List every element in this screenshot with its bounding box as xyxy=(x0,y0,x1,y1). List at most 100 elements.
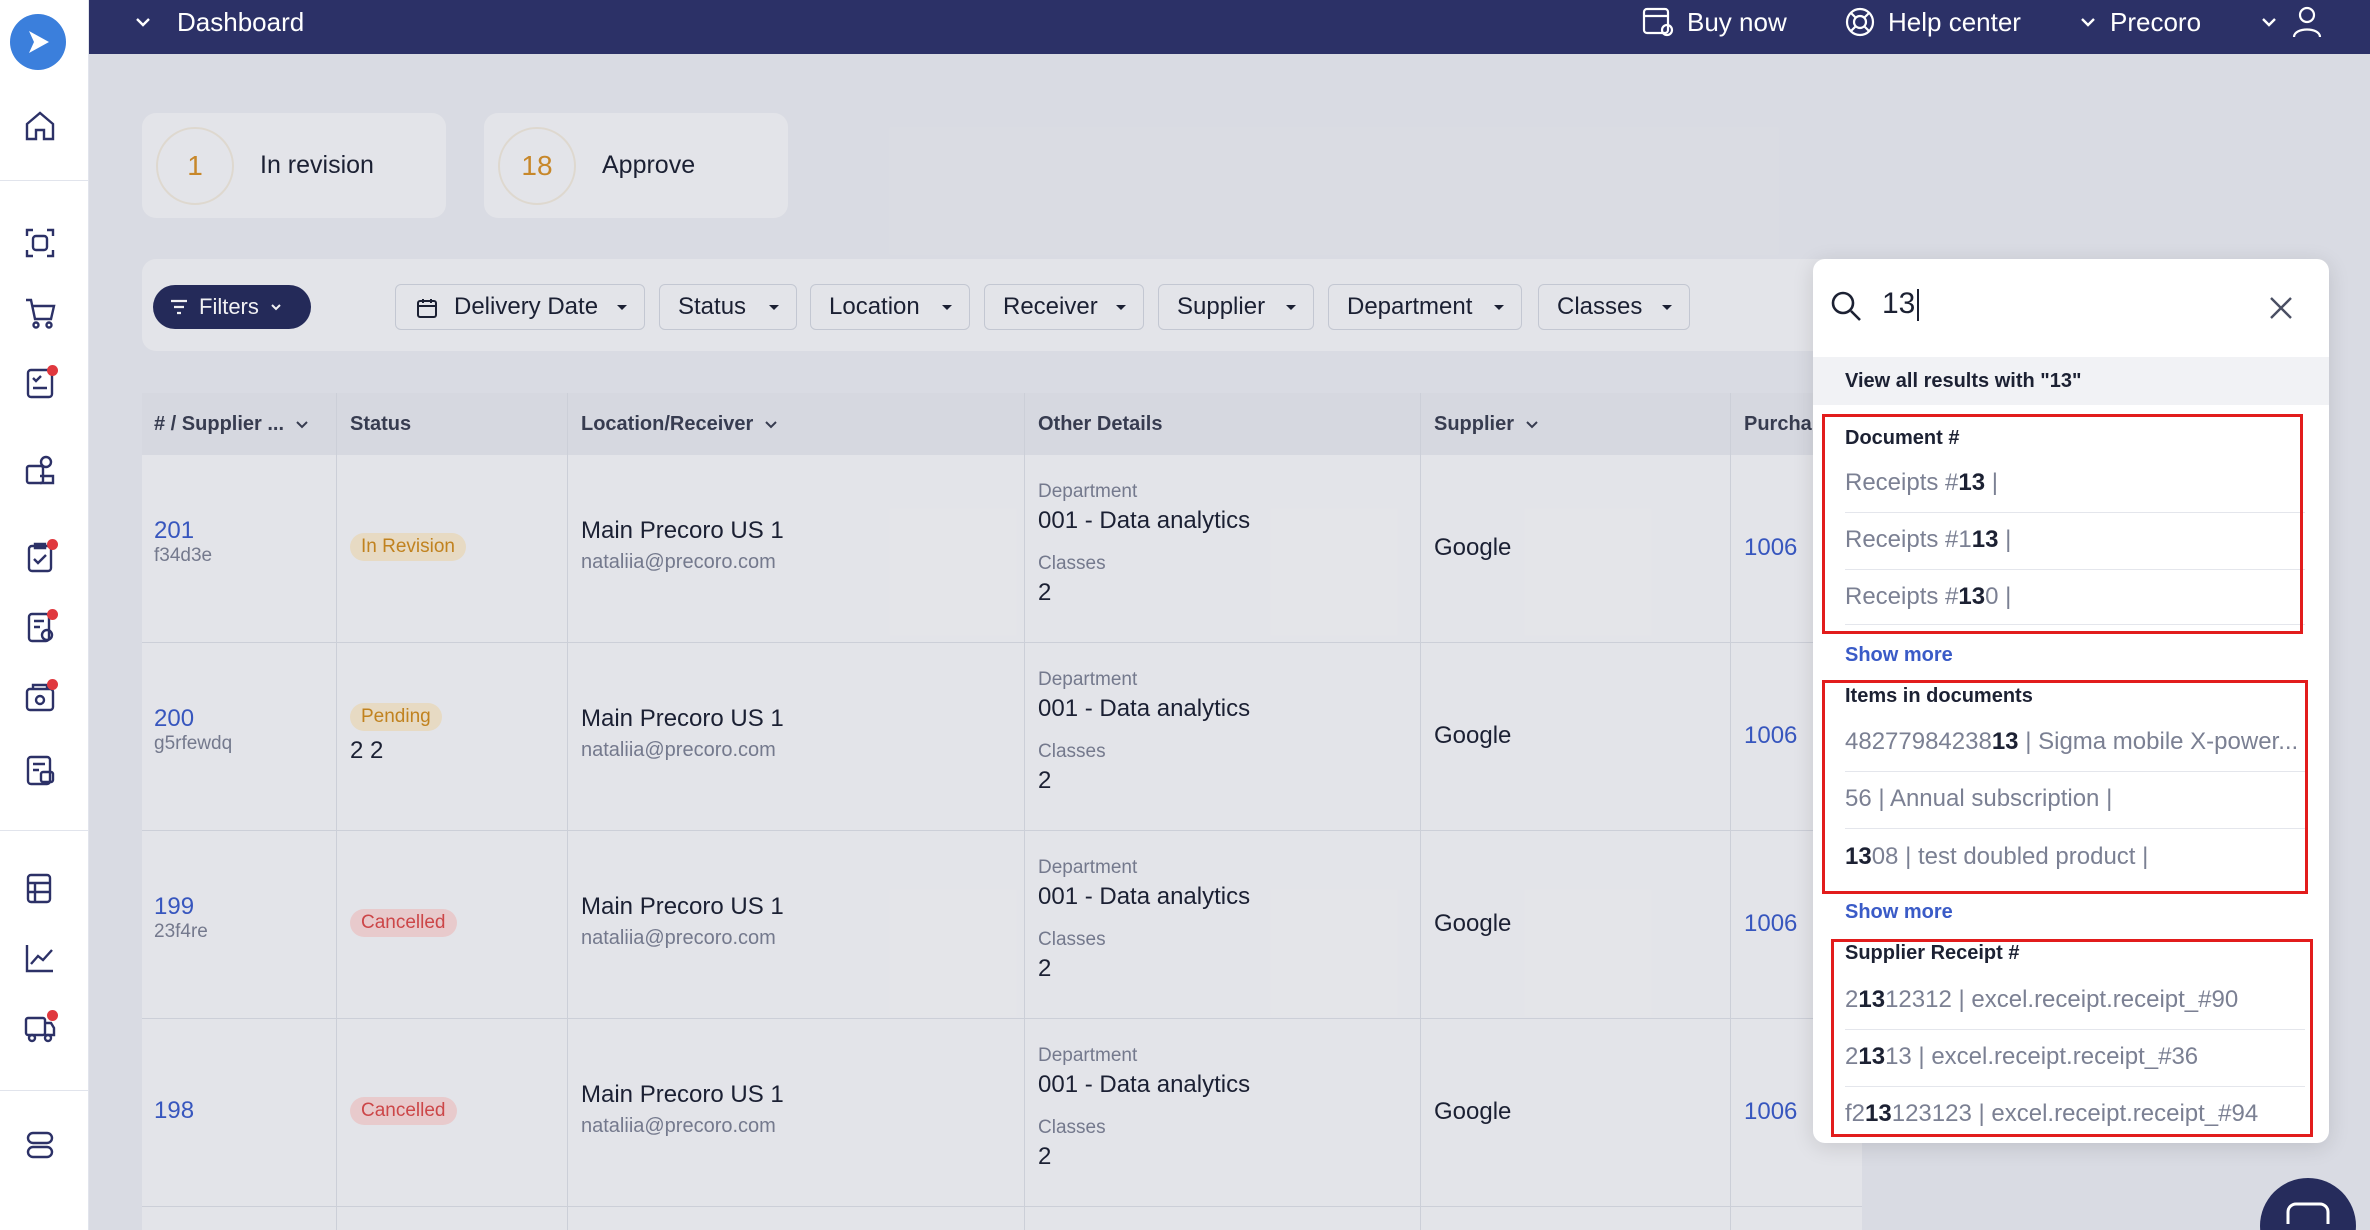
items-highlight-box xyxy=(1822,680,2308,894)
calendar-icon xyxy=(417,299,437,318)
department-value: 001 - Data analytics xyxy=(1038,1071,1251,1098)
show-more-documents[interactable]: Show more xyxy=(1845,644,1953,667)
filter-bar: Filters Delivery Date Status Location Re… xyxy=(142,259,1862,351)
po-link[interactable]: 1006 xyxy=(1744,1098,1797,1126)
header-label: Purcha xyxy=(1744,412,1812,435)
status-badge: Pending xyxy=(350,703,442,731)
filters-button[interactable]: Filters xyxy=(153,285,311,329)
receipt-number-link[interactable]: 199 xyxy=(154,893,208,921)
in-revision-count: 1 xyxy=(156,126,234,205)
classes-filter[interactable]: Classes xyxy=(1538,284,1690,330)
help-center-button[interactable]: Help center xyxy=(1844,0,2021,44)
location-name: Main Precoro US 1 xyxy=(581,705,784,732)
po-link[interactable]: 1006 xyxy=(1744,910,1797,938)
buy-now-button[interactable]: Buy now xyxy=(1641,0,1787,44)
receiver-email: nataliia@precoro.com xyxy=(581,739,776,761)
notification-dot xyxy=(47,609,58,620)
supplier-name: Google xyxy=(1434,1098,1512,1125)
receiver-email: nataliia@precoro.com xyxy=(581,551,776,573)
delivery-truck-icon[interactable] xyxy=(20,1008,60,1048)
table-row[interactable]: 199 23f4re Cancelled Main Precoro US 1 n… xyxy=(142,831,1862,1019)
precoro-logo[interactable] xyxy=(10,14,66,70)
dashboard-menu[interactable]: Dashboard xyxy=(133,0,304,44)
user-menu[interactable] xyxy=(2259,0,2335,44)
status-filter[interactable]: Status xyxy=(659,284,797,330)
sidebar-divider xyxy=(0,830,89,831)
payments-icon[interactable] xyxy=(20,750,60,790)
delivery-date-filter[interactable]: Delivery Date xyxy=(395,284,645,330)
text-caret xyxy=(1917,289,1920,322)
analytics-icon[interactable] xyxy=(20,938,60,978)
filter-icon xyxy=(171,299,187,315)
header-label: Location/Receiver xyxy=(581,412,754,435)
table-row[interactable]: 198 Cancelled Main Precoro US 1 nataliia… xyxy=(142,1019,1862,1207)
chevron-down-icon xyxy=(271,304,281,311)
requests-icon[interactable] xyxy=(20,363,60,403)
scan-icon[interactable] xyxy=(20,223,60,263)
department-filter[interactable]: Department xyxy=(1328,284,1522,330)
receipt-number-link[interactable]: 201 xyxy=(154,517,212,545)
receipts-icon[interactable] xyxy=(20,677,60,717)
receiver-email: nataliia@precoro.com xyxy=(581,1115,776,1137)
approvals-icon[interactable] xyxy=(20,537,60,577)
chip-label: Delivery Date xyxy=(454,293,599,320)
header-location[interactable]: Location/Receiver xyxy=(581,393,779,455)
notification-dot xyxy=(47,539,58,550)
company-name: Precoro xyxy=(2110,6,2202,37)
department-value: 001 - Data analytics xyxy=(1038,695,1251,722)
receipt-number-link[interactable]: 200 xyxy=(154,705,232,733)
location-name: Main Precoro US 1 xyxy=(581,517,784,544)
chat-widget-button[interactable] xyxy=(2260,1178,2356,1230)
receipt-code: 23f4re xyxy=(154,921,208,942)
search-input[interactable]: 13 xyxy=(1882,287,1920,322)
notification-dot xyxy=(47,1010,58,1021)
po-link[interactable]: 1006 xyxy=(1744,722,1797,750)
po-link[interactable]: 1006 xyxy=(1744,534,1797,562)
classes-value: 2 xyxy=(1038,579,1052,606)
home-icon[interactable] xyxy=(20,106,60,146)
department-label: Department xyxy=(1038,481,1138,502)
approve-card[interactable]: 18 Approve xyxy=(484,113,788,218)
status-badge: Cancelled xyxy=(350,909,457,937)
company-switcher[interactable]: Precoro xyxy=(2078,0,2201,44)
chevron-down-icon xyxy=(1286,305,1296,310)
header-status: Status xyxy=(350,393,411,455)
view-all-results-link[interactable]: View all results with "13" xyxy=(1813,357,2329,405)
receipts-table: # / Supplier ... Status Location/Receive… xyxy=(142,393,1862,1230)
in-revision-card[interactable]: 1 In revision xyxy=(142,113,446,218)
top-bar: Dashboard Buy now Help center Precoro xyxy=(89,0,2370,54)
department-label: Department xyxy=(1038,669,1138,690)
invoices-icon[interactable] xyxy=(20,607,60,647)
buy-now-label: Buy now xyxy=(1687,6,1787,37)
department-value: 001 - Data analytics xyxy=(1038,883,1251,910)
settings-icon[interactable] xyxy=(20,1125,60,1165)
cart-icon[interactable] xyxy=(20,293,60,333)
header-number[interactable]: # / Supplier ... xyxy=(154,393,310,455)
department-value: 001 - Data analytics xyxy=(1038,507,1251,534)
supplier-filter[interactable]: Supplier xyxy=(1158,284,1314,330)
header-supplier[interactable]: Supplier xyxy=(1434,393,1540,455)
chevron-down-icon xyxy=(1526,421,1538,429)
table-row[interactable]: 201 f34d3e In Revision Main Precoro US 1… xyxy=(142,455,1862,643)
close-icon[interactable] xyxy=(2268,295,2294,321)
suppliers-icon[interactable] xyxy=(20,450,60,490)
header-label: Other Details xyxy=(1038,412,1163,435)
classes-value: 2 xyxy=(1038,1143,1052,1170)
chevron-down-icon xyxy=(769,305,779,310)
header-label: Supplier xyxy=(1434,412,1515,435)
sidebar xyxy=(0,0,89,1230)
budgets-icon[interactable] xyxy=(20,868,60,908)
chevron-down-icon xyxy=(1662,305,1672,310)
user-icon xyxy=(2292,6,2322,38)
receiver-filter[interactable]: Receiver xyxy=(984,284,1144,330)
receipt-number-link[interactable]: 198 xyxy=(154,1097,194,1125)
in-revision-label: In revision xyxy=(260,151,374,179)
receipt-code: f34d3e xyxy=(154,545,213,566)
table-row[interactable]: 200 g5rfewdq Pending 2 2 Main Precoro US… xyxy=(142,643,1862,831)
classes-value: 2 xyxy=(1038,767,1052,794)
chevron-down-icon xyxy=(617,305,627,310)
classes-label: Classes xyxy=(1038,553,1106,574)
show-more-items[interactable]: Show more xyxy=(1845,901,1953,924)
header-purchase: Purcha xyxy=(1744,393,1812,455)
location-filter[interactable]: Location xyxy=(810,284,970,330)
